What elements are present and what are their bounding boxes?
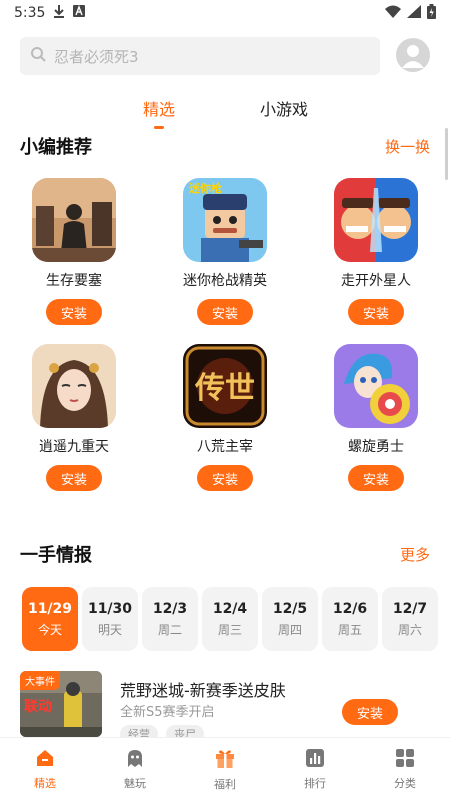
date-weekday: 周二 <box>157 622 182 637</box>
game-name: 迷你枪战精英 <box>183 273 267 289</box>
search-icon <box>30 46 46 66</box>
status-bar: 5:35 <box>0 0 450 26</box>
editor-picks-title: 小编推荐 <box>20 137 92 158</box>
status-time: 5:35 <box>14 5 46 21</box>
more-button[interactable]: 更多 <box>400 544 430 565</box>
survival-fortress-icon[interactable] <box>32 178 116 262</box>
install-button[interactable]: 安装 <box>197 299 253 325</box>
mini-gun-elite-icon[interactable]: 迷你枪 <box>183 178 267 262</box>
bahuang-icon[interactable]: 传世 <box>183 344 267 428</box>
game-card[interactable]: 逍遥九重天 安装 <box>14 344 134 491</box>
game-card[interactable]: 迷你枪 迷你枪战精英 安装 <box>165 178 285 325</box>
date-value: 12/4 <box>212 600 248 617</box>
install-button[interactable]: 安装 <box>348 465 404 491</box>
nav-category[interactable]: 分类 <box>360 738 450 800</box>
spiral-warrior-icon[interactable] <box>334 344 418 428</box>
news-thumbnail[interactable]: 联动 大事件 <box>20 671 102 737</box>
news-header: 一手情报 更多 <box>20 541 430 567</box>
date-value: 12/5 <box>272 600 308 617</box>
nav-meiwan[interactable]: 魅玩 <box>90 738 180 800</box>
date-weekday: 周六 <box>397 622 422 637</box>
battery-icon <box>427 3 436 23</box>
date-weekday: 明天 <box>97 622 122 637</box>
xiaoyao-icon[interactable] <box>32 344 116 428</box>
nav-welfare[interactable]: 福利 <box>180 738 270 800</box>
download-icon <box>53 4 65 22</box>
install-button[interactable]: 安装 <box>46 299 102 325</box>
nav-label: 精选 <box>34 776 56 790</box>
install-button[interactable]: 安装 <box>46 465 102 491</box>
game-name: 螺旋勇士 <box>348 439 404 455</box>
ranking-icon <box>305 748 325 772</box>
install-button[interactable]: 安装 <box>348 299 404 325</box>
search-placeholder: 忍者必须死3 <box>54 47 139 66</box>
ghost-icon <box>125 748 145 772</box>
date-selector: 11/29 今天 11/30 明天 12/3 周二 12/4 周三 12/5 周… <box>22 587 442 651</box>
search-input[interactable]: 忍者必须死3 <box>20 37 380 75</box>
tab-minigames[interactable]: 小游戏 <box>260 96 308 120</box>
date-weekday: 周四 <box>277 622 302 637</box>
news-item-subtitle: 全新S5赛季开启 <box>120 705 215 720</box>
date-weekday: 周三 <box>217 622 242 637</box>
date-value: 11/29 <box>27 600 73 617</box>
signal-icon <box>407 4 421 22</box>
go-away-alien-icon[interactable] <box>334 178 418 262</box>
date-value: 12/7 <box>392 600 428 617</box>
date-item[interactable]: 12/7 周六 <box>382 587 438 651</box>
news-title: 一手情报 <box>20 545 92 566</box>
nav-ranking[interactable]: 排行 <box>270 738 360 800</box>
date-item[interactable]: 11/30 明天 <box>82 587 138 651</box>
category-grid-icon <box>395 748 415 772</box>
date-weekday: 周五 <box>337 622 362 637</box>
date-item[interactable]: 12/5 周四 <box>262 587 318 651</box>
user-icon <box>402 45 424 68</box>
gift-icon <box>214 747 236 773</box>
game-card[interactable]: 走开外星人 安装 <box>316 178 436 325</box>
date-value: 12/3 <box>152 600 188 617</box>
tab-featured[interactable]: 精选 <box>143 96 175 120</box>
nav-label: 排行 <box>304 776 326 790</box>
font-icon <box>73 5 86 21</box>
date-value: 11/30 <box>87 600 133 617</box>
game-name: 逍遥九重天 <box>39 439 109 455</box>
install-button[interactable]: 安装 <box>197 465 253 491</box>
game-name: 生存要塞 <box>46 273 102 289</box>
game-card[interactable]: 传世 八荒主宰 安装 <box>165 344 285 491</box>
game-name: 走开外星人 <box>341 273 411 289</box>
wifi-icon <box>385 5 401 22</box>
news-tag: 大事件 <box>20 671 60 690</box>
news-item-title: 荒野迷城-新赛季送皮肤 <box>120 681 286 700</box>
shuffle-button[interactable]: 换一换 <box>385 136 430 157</box>
avatar[interactable] <box>396 38 430 72</box>
news-item[interactable]: 联动 大事件 荒野迷城-新赛季送皮肤 全新S5赛季开启 经营 丧尸 安装 <box>20 671 430 743</box>
game-card[interactable]: 螺旋勇士 安装 <box>316 344 436 491</box>
nav-label: 分类 <box>394 776 416 790</box>
date-weekday: 今天 <box>37 622 62 637</box>
news-thumb-text: 联动 <box>24 698 52 714</box>
install-button[interactable]: 安装 <box>342 699 398 725</box>
nav-featured[interactable]: 精选 <box>0 738 90 800</box>
nav-label: 魅玩 <box>124 776 146 790</box>
editor-picks-header: 小编推荐 换一换 <box>20 133 430 159</box>
date-item[interactable]: 12/6 周五 <box>322 587 378 651</box>
date-item[interactable]: 12/3 周二 <box>142 587 198 651</box>
game-card[interactable]: 生存要塞 安装 <box>14 178 134 325</box>
top-tabs: 精选 小游戏 <box>0 96 450 130</box>
search-row: 忍者必须死3 <box>20 37 430 75</box>
bahuang-logo-text: 传世 <box>194 372 255 405</box>
date-item[interactable]: 11/29 今天 <box>22 587 78 651</box>
scroll-indicator <box>445 128 448 180</box>
bottom-nav: 精选 魅玩 福利 排行 分类 <box>0 737 450 800</box>
mini-gun-logo-text: 迷你枪 <box>188 181 222 195</box>
date-value: 12/6 <box>332 600 368 617</box>
home-icon <box>35 748 55 772</box>
game-name: 八荒主宰 <box>197 439 253 455</box>
nav-label: 福利 <box>214 777 236 791</box>
date-item[interactable]: 12/4 周三 <box>202 587 258 651</box>
